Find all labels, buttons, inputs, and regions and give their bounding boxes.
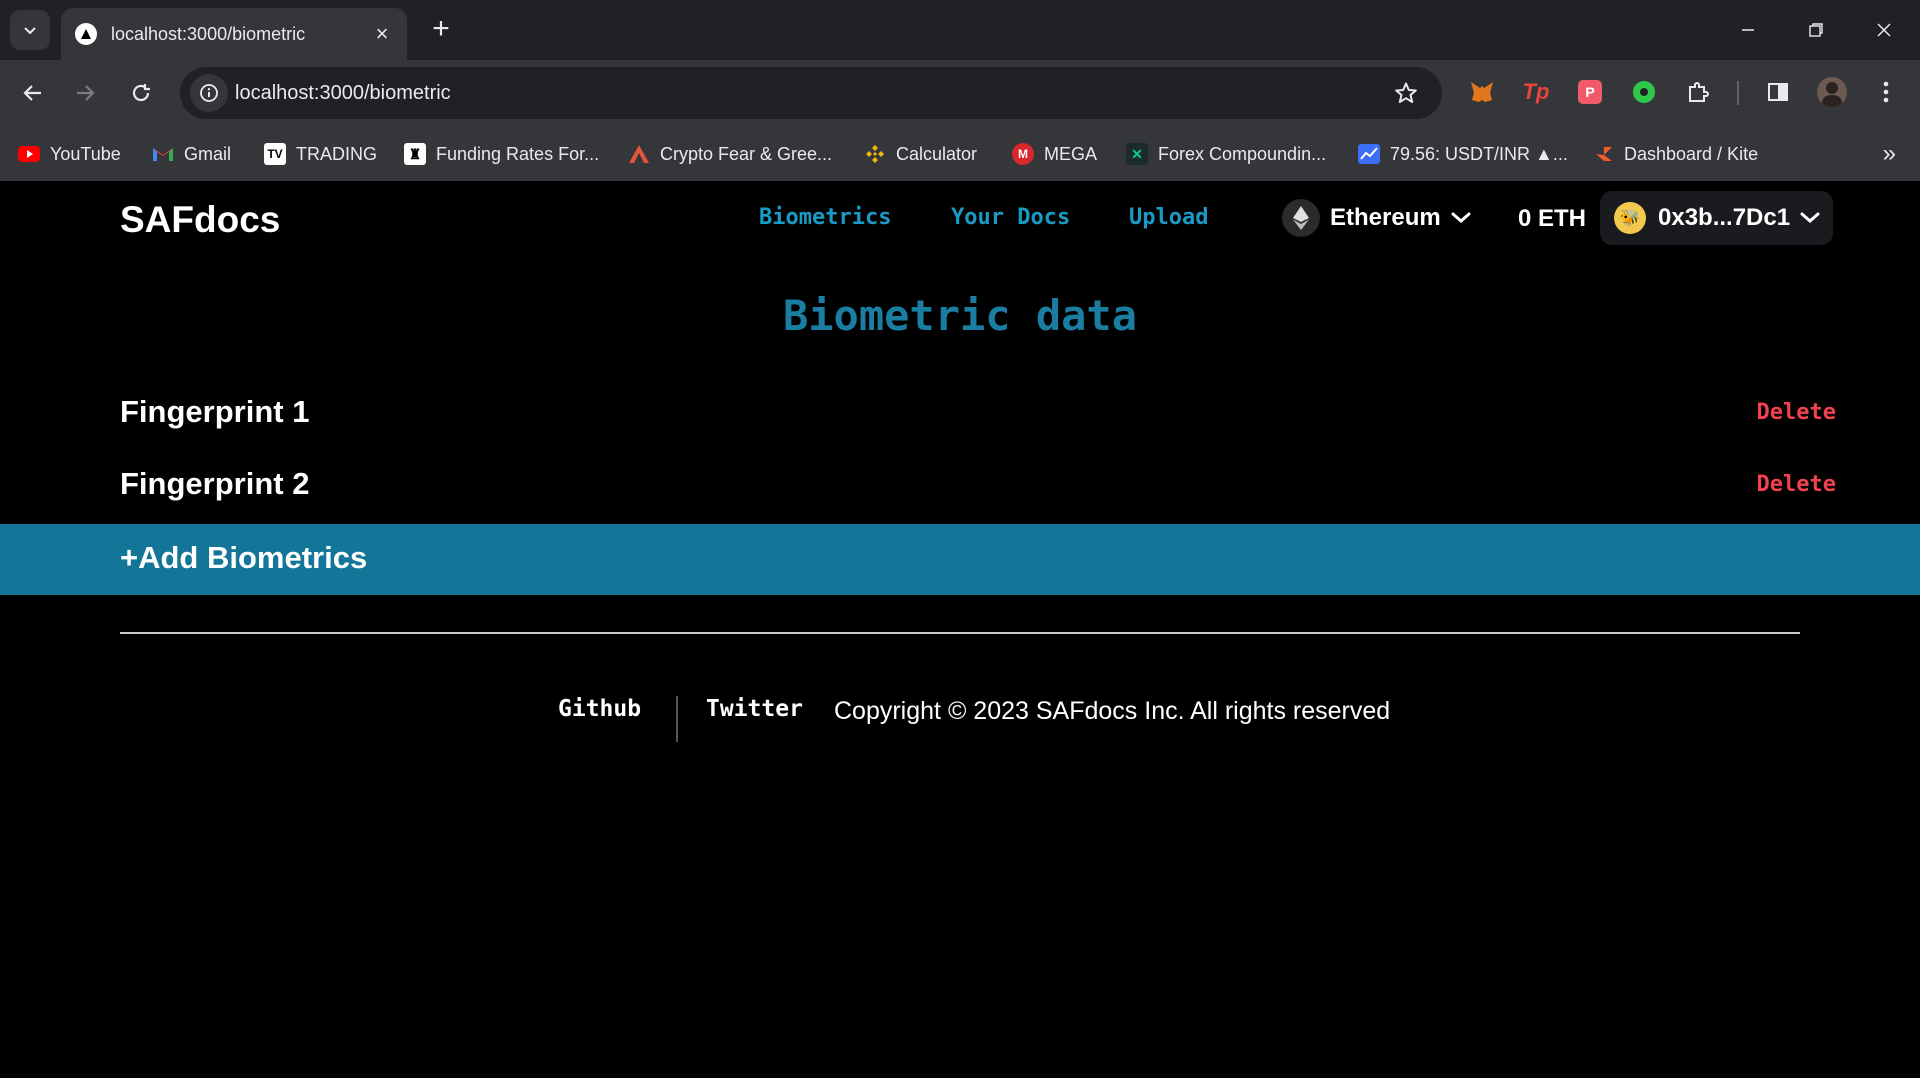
reload-button[interactable]	[122, 74, 160, 112]
account-address: 0x3b...7Dc1	[1658, 204, 1791, 231]
nav-biometrics[interactable]: Biometrics	[759, 205, 891, 230]
bookmark-forex[interactable]: ✕ Forex Compoundin...	[1126, 140, 1326, 168]
bookmark-youtube[interactable]: YouTube	[18, 140, 121, 168]
address-bar[interactable]: localhost:3000/biometric	[180, 67, 1442, 119]
chevron-down-icon	[24, 27, 36, 35]
active-tab[interactable]: localhost:3000/biometric ×	[61, 8, 407, 60]
kite-icon	[1592, 143, 1614, 165]
copyright-text: Copyright © 2023 SAFdocs Inc. All rights…	[834, 697, 1391, 725]
profile-avatar[interactable]	[1816, 76, 1848, 108]
chain-selector[interactable]: Ethereum	[1282, 197, 1471, 239]
chevron-down-icon	[1451, 212, 1471, 223]
ethereum-icon	[1282, 199, 1320, 237]
bookmarks-overflow-icon[interactable]: »	[1883, 140, 1896, 168]
toolbar-separator	[1737, 81, 1739, 105]
gmail-icon	[152, 143, 174, 165]
app-logo[interactable]: SAFdocs	[120, 199, 280, 241]
green-extension-icon[interactable]	[1628, 76, 1660, 108]
tab-strip: localhost:3000/biometric × +	[0, 0, 1920, 60]
arrow-right-icon	[77, 85, 95, 101]
bookmark-calculator[interactable]: Calculator	[864, 140, 977, 168]
account-avatar-icon: 🐝	[1614, 202, 1646, 234]
bookmark-usdt-inr[interactable]: 79.56: USDT/INR ▲...	[1358, 140, 1568, 168]
nextjs-favicon-icon	[75, 23, 97, 45]
biometric-label: Fingerprint 2	[120, 466, 310, 501]
back-button[interactable]	[14, 74, 52, 112]
funding-icon: ♜	[404, 143, 426, 165]
page-title: Biometric data	[782, 291, 1137, 340]
app-page: SAFdocs Biometrics Your Docs Upload Ethe…	[0, 181, 1920, 1078]
browser-chrome: localhost:3000/biometric × + localhost:3…	[0, 0, 1920, 181]
tp-extension-icon[interactable]: Tp	[1520, 76, 1552, 108]
account-button[interactable]: 🐝 0x3b...7Dc1	[1600, 191, 1833, 245]
minimize-button[interactable]	[1728, 12, 1768, 48]
new-tab-button[interactable]: +	[423, 12, 459, 48]
add-biometrics-label: +Add Biometrics	[120, 540, 368, 575]
site-info-icon[interactable]	[190, 74, 228, 112]
footer-separator	[676, 696, 678, 742]
chevron-down-icon	[1800, 212, 1820, 223]
red-extension-icon[interactable]: P	[1574, 76, 1606, 108]
close-tab-icon[interactable]: ×	[371, 23, 393, 45]
bookmark-mega[interactable]: M MEGA	[1012, 140, 1097, 168]
metamask-extension-icon[interactable]	[1466, 76, 1498, 108]
tradingview-icon: TV	[264, 143, 286, 165]
extensions-puzzle-icon[interactable]	[1682, 76, 1714, 108]
add-biometrics-button[interactable]: +Add Biometrics	[0, 524, 1920, 595]
wallet-balance: 0 ETH	[1518, 205, 1587, 232]
delete-button[interactable]: Delete	[1757, 472, 1836, 497]
tab-title: localhost:3000/biometric	[111, 23, 306, 44]
youtube-icon	[18, 143, 40, 165]
bookmark-funding-rates[interactable]: ♜ Funding Rates For...	[404, 140, 599, 168]
chain-name: Ethereum	[1330, 204, 1441, 231]
binance-icon	[864, 143, 886, 165]
browser-toolbar: localhost:3000/biometric Tp P	[0, 60, 1920, 126]
restore-button[interactable]	[1796, 12, 1836, 48]
bookmark-star-icon[interactable]	[1392, 79, 1420, 107]
bookmark-fear-greed[interactable]: Crypto Fear & Gree...	[628, 140, 832, 168]
bookmark-gmail[interactable]: Gmail	[152, 140, 231, 168]
minimize-icon	[1742, 29, 1754, 31]
side-panel-icon[interactable]	[1762, 76, 1794, 108]
restore-icon	[1809, 23, 1823, 37]
footer-github-link[interactable]: Github	[558, 696, 641, 722]
footer-twitter-link[interactable]: Twitter	[706, 696, 803, 722]
arrow-left-icon	[23, 85, 41, 101]
browser-menu-icon[interactable]	[1870, 76, 1902, 108]
forex-icon: ✕	[1126, 143, 1148, 165]
bookmark-trading[interactable]: TV TRADING	[264, 140, 377, 168]
nav-your-docs[interactable]: Your Docs	[951, 205, 1070, 230]
reload-icon	[132, 84, 150, 102]
chart-icon	[1358, 143, 1380, 165]
biometric-row: Fingerprint 2 Delete	[0, 456, 1920, 516]
close-window-button[interactable]	[1864, 12, 1904, 48]
delete-button[interactable]: Delete	[1757, 400, 1836, 425]
mega-icon: M	[1012, 143, 1034, 165]
footer-divider	[120, 632, 1800, 634]
biometric-label: Fingerprint 1	[120, 394, 310, 429]
close-icon	[1877, 23, 1891, 37]
alternative-icon	[628, 143, 650, 165]
bookmark-kite[interactable]: Dashboard / Kite	[1592, 140, 1758, 168]
forward-button[interactable]	[66, 74, 104, 112]
url-text: localhost:3000/biometric	[235, 82, 451, 104]
nav-upload[interactable]: Upload	[1129, 205, 1208, 230]
bookmarks-bar: YouTube Gmail TV TRADING ♜ Funding Rates…	[0, 126, 1920, 181]
tab-search-button[interactable]	[10, 10, 50, 50]
biometric-row: Fingerprint 1 Delete	[0, 384, 1920, 444]
